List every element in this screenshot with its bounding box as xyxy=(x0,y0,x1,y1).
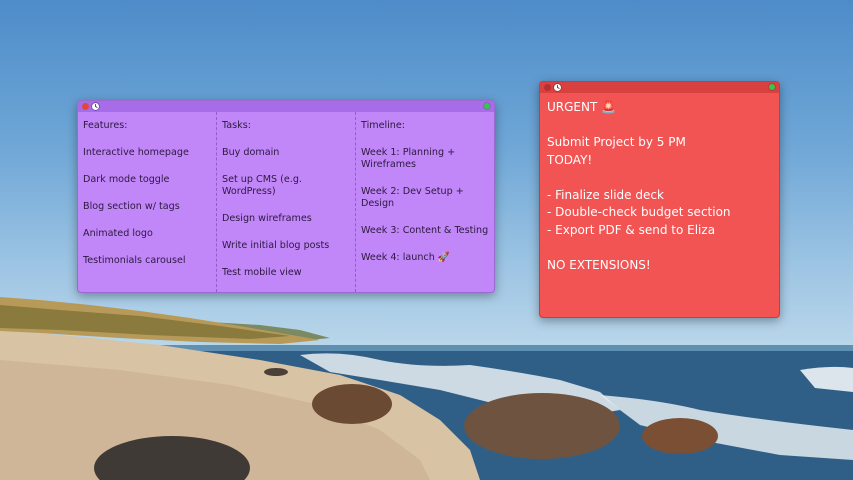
list-item: Buy domain xyxy=(222,147,280,158)
note-line: NO EXTENSIONS! xyxy=(547,257,651,272)
list-item: Week 3: Content & Testing xyxy=(361,225,489,236)
note-columns[interactable]: Features: Interactive homepage Dark mode… xyxy=(78,112,494,292)
list-item: Blog section w/ tags xyxy=(83,201,180,212)
column-features[interactable]: Features: Interactive homepage Dark mode… xyxy=(78,112,217,292)
column-timeline[interactable]: Timeline: Week 1: Planning + Wireframes … xyxy=(356,112,494,292)
note-titlebar[interactable] xyxy=(540,82,779,93)
sticky-note-purple[interactable]: Features: Interactive homepage Dark mode… xyxy=(77,100,495,293)
list-item: Week 2: Dev Setup + Design xyxy=(361,186,464,209)
close-icon[interactable] xyxy=(82,103,89,110)
note-line: - Double-check budget section xyxy=(547,205,731,219)
list-item: Animated logo xyxy=(83,228,153,239)
column-heading: Tasks: xyxy=(222,120,251,131)
note-titlebar[interactable] xyxy=(78,101,494,112)
list-item: Interactive homepage xyxy=(83,147,189,158)
note-line: URGENT 🚨 xyxy=(547,100,617,114)
sticky-note-red[interactable]: URGENT 🚨 Submit Project by 5 PM TODAY! -… xyxy=(539,81,780,318)
list-item: Week 1: Planning + Wireframes xyxy=(361,147,456,170)
list-item: Set up CMS (e.g. WordPress) xyxy=(222,174,302,197)
list-item: Test mobile view xyxy=(222,267,302,278)
note-line xyxy=(547,117,772,135)
column-tasks[interactable]: Tasks: Buy domain Set up CMS (e.g. WordP… xyxy=(217,112,356,292)
note-line xyxy=(547,169,772,187)
column-heading: Features: xyxy=(83,120,128,131)
list-item: Dark mode toggle xyxy=(83,174,170,185)
zoom-icon[interactable] xyxy=(484,103,490,109)
clock-icon[interactable] xyxy=(553,83,562,92)
close-icon[interactable] xyxy=(544,84,551,91)
list-item: Testimonials carousel xyxy=(83,255,186,266)
list-item: Week 4: launch 🚀 xyxy=(361,252,450,263)
note-line: - Export PDF & send to Eliza xyxy=(547,222,716,237)
note-line: - Finalize slide deck xyxy=(547,187,664,202)
note-line: Submit Project by 5 PM xyxy=(547,135,686,149)
zoom-icon[interactable] xyxy=(769,84,775,90)
note-line xyxy=(547,239,772,257)
note-line: TODAY! xyxy=(547,152,593,167)
list-item: Write initial blog posts xyxy=(222,240,330,251)
clock-icon[interactable] xyxy=(91,102,100,111)
column-heading: Timeline: xyxy=(361,120,406,131)
note-text-area[interactable]: URGENT 🚨 Submit Project by 5 PM TODAY! -… xyxy=(540,93,779,280)
list-item: Design wireframes xyxy=(222,213,312,224)
